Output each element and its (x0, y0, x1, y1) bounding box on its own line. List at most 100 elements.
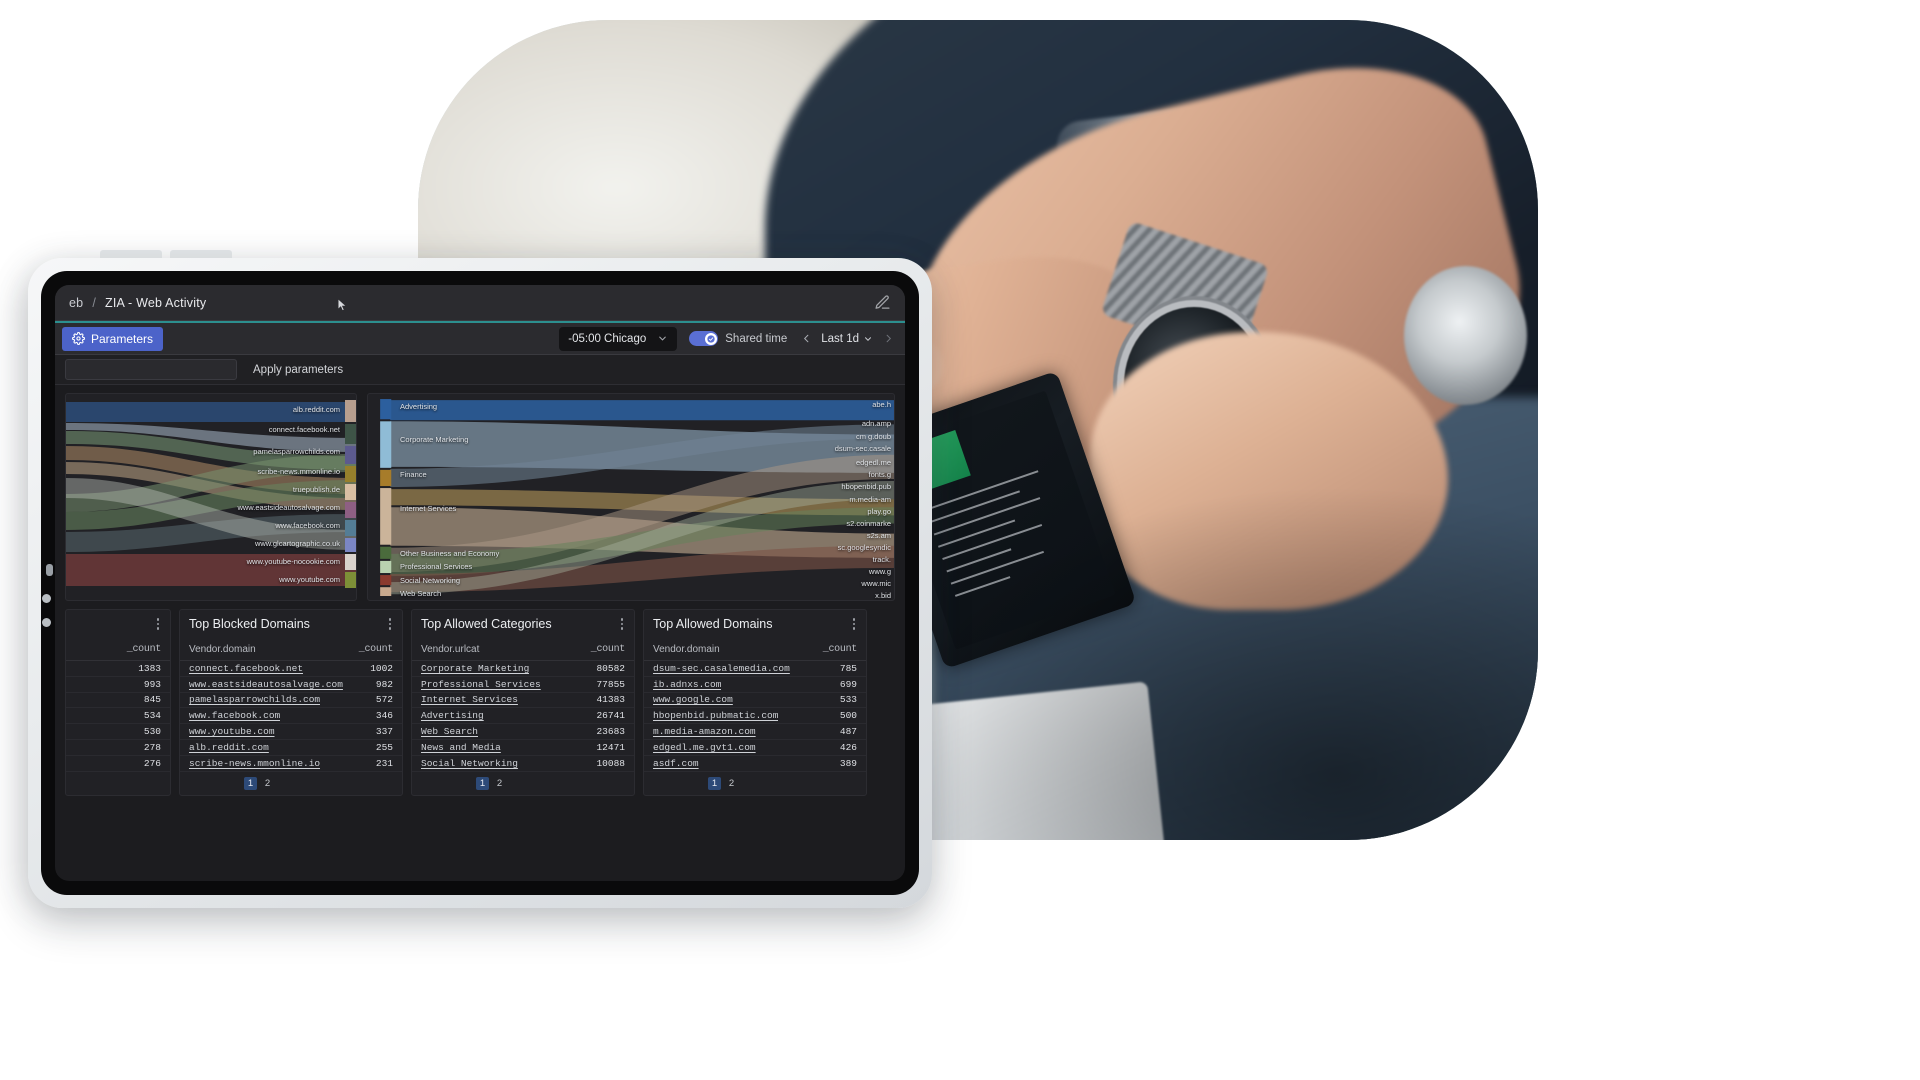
row-value: 41383 (596, 694, 625, 706)
row-value: 23683 (596, 726, 625, 738)
page-button[interactable]: 2 (493, 777, 506, 790)
table-card-top-blocked-domains[interactable]: Top Blocked Domains Vendor.domain _count… (179, 609, 403, 796)
parameters-button[interactable]: Parameters (62, 326, 164, 351)
table-row[interactable]: 278 (66, 740, 170, 756)
timezone-select[interactable]: -05:00 Chicago (559, 326, 678, 351)
row-label[interactable]: www.google.com (653, 694, 733, 705)
table-card-top-allowed-categories[interactable]: Top Allowed Categories Vendor.urlcat _co… (411, 609, 635, 796)
sankey-node-label: Web Search (400, 589, 442, 598)
chevron-down-icon (865, 336, 871, 341)
sankey-card-left[interactable]: alb.reddit.com connect.facebook.net pame… (65, 393, 357, 601)
table-row[interactable]: www.eastsideautosalvage.com 982 (180, 677, 402, 693)
tablet-side-switch[interactable] (46, 564, 53, 576)
row-label[interactable]: Web Search (421, 726, 478, 737)
row-label[interactable]: connect.facebook.net (189, 663, 303, 674)
row-label[interactable]: hbopenbid.pubmatic.com (653, 710, 778, 721)
time-range-nav: Last 1d (797, 328, 897, 350)
row-label[interactable]: asdf.com (653, 758, 699, 769)
table-row[interactable]: Professional Services 77855 (412, 677, 634, 693)
table-row[interactable]: pamelasparrowchilds.com 572 (180, 693, 402, 709)
row-value: 278 (143, 741, 161, 753)
page-button[interactable]: 1 (708, 776, 721, 790)
chevron-left-icon[interactable] (797, 328, 815, 350)
time-range-button[interactable]: Last 1d (817, 333, 877, 345)
tables-row: _count 1383 993 845 534 530 278 276 Top … (55, 601, 905, 806)
row-label[interactable]: www.eastsideautosalvage.com (189, 679, 343, 690)
row-value: 699 (839, 678, 857, 690)
table-row[interactable]: scribe-news.mmonline.io 231 (180, 756, 402, 772)
sankey-node-label: Social Networking (400, 576, 461, 585)
row-label[interactable]: Corporate Marketing (421, 663, 529, 674)
row-label[interactable]: pamelasparrowchilds.com (189, 694, 320, 705)
row-value: 231 (375, 757, 393, 769)
row-label[interactable]: Social Networking (421, 758, 518, 769)
table-row[interactable]: www.youtube.com 337 (180, 724, 402, 740)
row-label[interactable]: News and Media (421, 742, 501, 753)
table-row[interactable]: ib.adnxs.com 699 (644, 677, 866, 693)
row-label[interactable]: edgedl.me.gvt1.com (653, 742, 756, 753)
table-row[interactable]: News and Media 12471 (412, 740, 634, 756)
table-row[interactable]: 534 (66, 708, 170, 725)
row-label[interactable]: Advertising (421, 710, 484, 721)
row-label[interactable]: Internet Services (421, 694, 518, 705)
table-row[interactable]: hbopenbid.pubmatic.com 500 (644, 708, 866, 725)
table-row[interactable]: 845 (66, 693, 170, 709)
table-row[interactable]: m.media-amazon.com 487 (644, 724, 866, 740)
table-row[interactable]: 276 (66, 756, 170, 772)
table-row[interactable]: asdf.com 389 (644, 756, 866, 772)
kebab-menu-icon[interactable] (387, 615, 394, 633)
table-row[interactable]: dsum-sec.casalemedia.com 785 (644, 661, 866, 677)
apply-parameters-button[interactable]: Apply parameters (247, 362, 349, 378)
table-row[interactable]: 1383 (66, 661, 170, 677)
row-label[interactable]: ib.adnxs.com (653, 679, 721, 690)
sankey-node-label: www.glcartographic.co.uk (254, 539, 340, 548)
table-row[interactable]: Advertising 26741 (412, 708, 634, 725)
sankey-node-label: Professional Services (400, 562, 473, 571)
row-label[interactable]: m.media-amazon.com (653, 726, 756, 737)
sankey-node-label: Corporate Marketing (400, 435, 469, 444)
table-column-header: Vendor.urlcat _count (412, 638, 634, 661)
breadcrumb-parent[interactable]: eb (69, 296, 83, 310)
page-button[interactable]: 1 (244, 776, 257, 790)
sankey-target-label: abe.h (872, 400, 891, 409)
table-row[interactable]: alb.reddit.com 255 (180, 740, 402, 756)
page-button[interactable]: 2 (725, 777, 738, 790)
table-row[interactable]: 530 (66, 724, 170, 740)
kebab-menu-icon[interactable] (155, 615, 162, 633)
table-row[interactable]: edgedl.me.gvt1.com 426 (644, 740, 866, 756)
pencil-icon[interactable] (874, 294, 891, 311)
tablet-volume-down-button[interactable] (42, 618, 51, 627)
breadcrumb-separator: / (92, 295, 96, 310)
kebab-menu-icon[interactable] (851, 615, 858, 633)
parameter-input[interactable] (65, 359, 237, 380)
shared-time-toggle[interactable] (689, 331, 719, 346)
tablet-volume-up-button[interactable] (42, 594, 51, 603)
row-value: 26741 (596, 710, 625, 722)
table-row[interactable]: Web Search 23683 (412, 724, 634, 740)
row-label[interactable]: alb.reddit.com (189, 742, 269, 753)
table-row[interactable]: Internet Services 41383 (412, 693, 634, 709)
kebab-menu-icon[interactable] (619, 615, 626, 633)
table-row[interactable]: connect.facebook.net 1002 (180, 661, 402, 677)
chevron-down-icon (657, 333, 668, 344)
table-card-partial[interactable]: _count 1383 993 845 534 530 278 276 (65, 609, 171, 796)
table-card-top-allowed-domains[interactable]: Top Allowed Domains Vendor.domain _count… (643, 609, 867, 796)
row-label[interactable]: dsum-sec.casalemedia.com (653, 663, 790, 674)
gear-icon (72, 332, 85, 345)
table-row[interactable]: 993 (66, 677, 170, 693)
row-label[interactable]: www.youtube.com (189, 726, 275, 737)
row-label[interactable]: Professional Services (421, 679, 541, 690)
row-label[interactable]: scribe-news.mmonline.io (189, 758, 320, 769)
pagination: 1 2 (180, 772, 402, 795)
row-label[interactable]: www.facebook.com (189, 710, 280, 721)
sankey-card-right[interactable]: Advertising Corporate Marketing Finance … (367, 393, 895, 601)
page-button[interactable]: 2 (261, 777, 274, 790)
row-value: 389 (839, 757, 857, 769)
table-row[interactable]: Corporate Marketing 80582 (412, 661, 634, 677)
table-row[interactable]: www.google.com 533 (644, 693, 866, 709)
sankey-node-label: truepublish.de (292, 485, 340, 494)
page-button[interactable]: 1 (476, 776, 489, 790)
chevron-right-icon[interactable] (879, 328, 897, 350)
table-row[interactable]: Social Networking 10088 (412, 756, 634, 772)
table-row[interactable]: www.facebook.com 346 (180, 708, 402, 725)
